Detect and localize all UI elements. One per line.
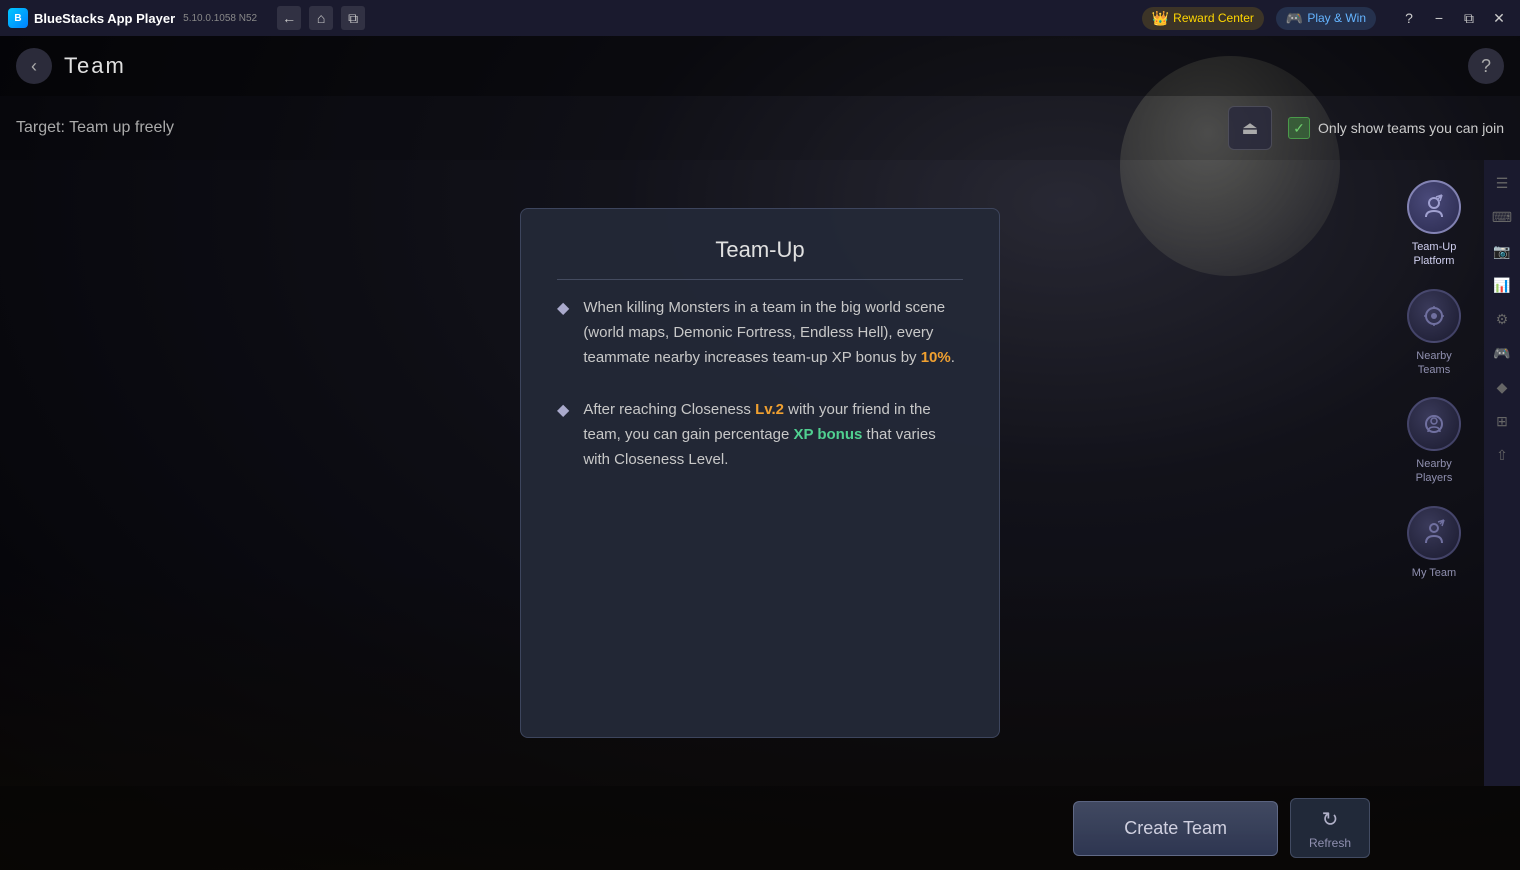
filter-label: Only show teams you can join — [1318, 120, 1504, 136]
bullet-1: ◆ — [557, 298, 569, 318]
bluestacks-icon: B — [8, 8, 28, 28]
refresh-icon: ↻ — [1322, 807, 1339, 832]
bs-panel-btn-1[interactable]: ☰ — [1487, 168, 1517, 198]
bs-panel-btn-4[interactable]: 📊 — [1487, 270, 1517, 300]
target-label: Target: Team up freely — [16, 119, 174, 137]
teamup-platform-icon — [1407, 180, 1461, 234]
back-icon: ‹ — [31, 56, 37, 77]
bullet-2: ◆ — [557, 400, 569, 420]
app-logo: B BlueStacks App Player 5.10.0.1058 N52 — [8, 8, 257, 28]
reward-center-label: Reward Center — [1173, 11, 1254, 25]
nearby-players-label: NearbyPlayers — [1416, 457, 1453, 486]
bs-panel-btn-7[interactable]: ◆ — [1487, 372, 1517, 402]
create-team-button[interactable]: Create Team — [1073, 801, 1278, 856]
reward-center-btn[interactable]: 👑 Reward Center — [1142, 7, 1264, 30]
page-title: Team — [64, 53, 126, 79]
content-area: Team-Up ◆ When killing Monsters in a tea… — [0, 160, 1520, 786]
home-nav-btn[interactable]: ⌂ — [309, 6, 333, 30]
help-button[interactable]: ? — [1468, 48, 1504, 84]
teamup-platform-label: Team-UpPlatform — [1412, 240, 1457, 269]
bs-panel-btn-2[interactable]: ⌨ — [1487, 202, 1517, 232]
modal-item-1: ◆ When killing Monsters in a team in the… — [557, 296, 963, 370]
tabs-nav-btn[interactable]: ⧉ — [341, 6, 365, 30]
close-btn[interactable]: ✕ — [1486, 5, 1512, 31]
modal-backdrop: Team-Up ◆ When killing Monsters in a tea… — [0, 160, 1520, 786]
play-win-btn[interactable]: 🎮 Play & Win — [1276, 7, 1376, 30]
highlight-lv2: Lv.2 — [755, 401, 784, 418]
sidebar-item-teamup-platform[interactable]: Team-UpPlatform — [1389, 170, 1479, 279]
restore-btn[interactable]: ⧉ — [1456, 5, 1482, 31]
back-button[interactable]: ‹ — [16, 48, 52, 84]
highlight-10pct: 10% — [921, 349, 951, 366]
help-icon: ? — [1481, 56, 1491, 77]
filter-bar: Target: Team up freely ⏏ ✓ Only show tea… — [0, 96, 1520, 160]
bs-panel-btn-6[interactable]: 🎮 — [1487, 338, 1517, 368]
sidebar-nav: Team-UpPlatform NearbyTeams — [1384, 160, 1484, 786]
play-win-icon: 🎮 — [1286, 10, 1303, 27]
main-content: ‹ Team ? Target: Team up freely ⏏ ✓ Only… — [0, 36, 1520, 870]
checkbox-checkmark: ✓ — [1288, 117, 1310, 139]
highlight-xp-bonus: XP bonus — [793, 426, 862, 443]
filter-checkbox[interactable]: ✓ Only show teams you can join — [1288, 117, 1504, 139]
search-icon: ⏏ — [1242, 118, 1259, 139]
bs-right-panel: ☰ ⌨ 📷 📊 ⚙ 🎮 ◆ ⊞ ⇧ — [1484, 160, 1520, 786]
bs-panel-btn-3[interactable]: 📷 — [1487, 236, 1517, 266]
play-win-label: Play & Win — [1307, 11, 1366, 25]
modal-item-2: ◆ After reaching Closeness Lv.2 with you… — [557, 398, 963, 472]
bs-panel-btn-8[interactable]: ⊞ — [1487, 406, 1517, 436]
nearby-players-icon — [1407, 397, 1461, 451]
help-ctrl-btn[interactable]: ? — [1396, 5, 1422, 31]
crown-icon: 👑 — [1152, 10, 1169, 27]
titlebar-nav: ← ⌂ ⧉ — [277, 6, 365, 30]
game-ui: ‹ Team ? Target: Team up freely ⏏ ✓ Only… — [0, 36, 1520, 870]
modal-text-2: After reaching Closeness Lv.2 with your … — [583, 398, 963, 472]
modal-text-1: When killing Monsters in a team in the b… — [583, 296, 963, 370]
bs-panel-btn-9[interactable]: ⇧ — [1487, 440, 1517, 470]
back-nav-btn[interactable]: ← — [277, 6, 301, 30]
search-button[interactable]: ⏏ — [1228, 106, 1272, 150]
sidebar-item-nearby-teams[interactable]: NearbyTeams — [1389, 279, 1479, 388]
bs-panel-btn-5[interactable]: ⚙ — [1487, 304, 1517, 334]
top-bar: ‹ Team ? — [0, 36, 1520, 96]
titlebar: B BlueStacks App Player 5.10.0.1058 N52 … — [0, 0, 1520, 36]
minimize-btn[interactable]: − — [1426, 5, 1452, 31]
teamup-modal: Team-Up ◆ When killing Monsters in a tea… — [520, 208, 1000, 738]
refresh-label: Refresh — [1309, 836, 1351, 850]
refresh-button[interactable]: ↻ Refresh — [1290, 798, 1370, 858]
window-controls: ? − ⧉ ✕ — [1396, 5, 1512, 31]
app-version: 5.10.0.1058 N52 — [183, 13, 257, 24]
sidebar-item-nearby-players[interactable]: NearbyPlayers — [1389, 387, 1479, 496]
app-name: BlueStacks App Player — [34, 11, 175, 26]
modal-title: Team-Up — [557, 237, 963, 280]
my-team-label: My Team — [1412, 566, 1456, 580]
my-team-icon — [1407, 506, 1461, 560]
bottom-bar: Create Team ↻ Refresh — [0, 786, 1520, 870]
sidebar-item-my-team[interactable]: My Team — [1389, 496, 1479, 590]
nearby-teams-icon — [1407, 289, 1461, 343]
titlebar-right: 👑 Reward Center 🎮 Play & Win ? − ⧉ ✕ — [1142, 5, 1512, 31]
nearby-teams-label: NearbyTeams — [1416, 349, 1451, 378]
modal-body: ◆ When killing Monsters in a team in the… — [557, 296, 963, 473]
